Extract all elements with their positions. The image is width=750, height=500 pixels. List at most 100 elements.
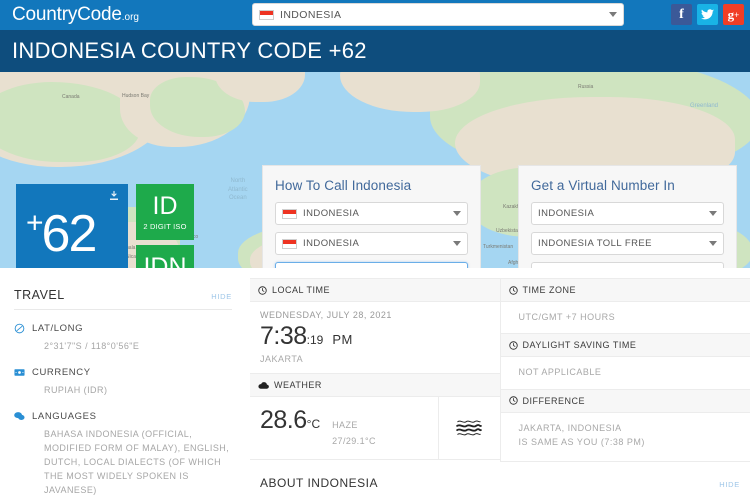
map-label: Canada	[62, 94, 80, 100]
iso3-value: IDN	[143, 255, 186, 269]
weather-temperature: 28.6	[260, 406, 307, 435]
map-hero[interactable]: Canada Hudson Bay Mexico Cuba Puerto Ric…	[0, 72, 750, 268]
travel-section: TRAVEL HIDE LAT/LONG 2°31'7"S / 118°0'56…	[0, 278, 250, 500]
about-heading: ABOUT INDONESIA	[260, 476, 378, 490]
info-grid: LOCAL TIME WEDNESDAY, JULY 28, 2021 7:38…	[250, 278, 750, 462]
time-zone-body: UTC/GMT +7 HOURS	[501, 302, 750, 334]
daylight-header: DAYLIGHT SAVING TIME	[501, 334, 750, 357]
call-from-country-value: INDONESIA	[303, 208, 359, 219]
iso2-caption: 2 DIGIT ISO	[143, 222, 186, 231]
weather-body: 28.6 °C HAZE 27/29.1°C	[250, 397, 500, 460]
virtual-country-select[interactable]: INDONESIA	[531, 202, 724, 225]
local-time-label: LOCAL TIME	[272, 285, 330, 295]
call-to-country-select[interactable]: INDONESIA	[275, 232, 468, 255]
time-zone-header: TIME ZONE	[501, 279, 750, 302]
map-label: Greenland	[690, 102, 718, 111]
travel-row-currency: CURRENCY	[14, 367, 232, 378]
weather-label: WEATHER	[274, 380, 322, 390]
virtual-number-panel: Get a Virtual Number In INDONESIA INDONE…	[518, 165, 737, 268]
about-section: ABOUT INDONESIA HIDE CountryCode.org is …	[250, 462, 750, 500]
indonesia-flag-icon	[259, 10, 274, 20]
map-label: NorthAtlanticOcean	[228, 177, 248, 203]
weather-description: HAZE 27/29.1°C	[332, 417, 376, 449]
googleplus-icon[interactable]: g+	[723, 4, 744, 25]
download-icon[interactable]	[108, 190, 120, 202]
chevron-down-icon	[709, 211, 717, 216]
map-label: Turkmenistan	[483, 244, 513, 250]
speech-bubble-icon	[14, 411, 25, 422]
weather-condition-icon-cell	[438, 397, 500, 459]
cloud-icon	[258, 381, 269, 390]
iso2-tile: ID 2 DIGIT ISO	[136, 184, 194, 240]
travel-row-latlong: LAT/LONG	[14, 323, 232, 334]
clock-hour-minute: 7:38	[260, 322, 307, 351]
page-title-bar: INDONESIA COUNTRY CODE +62	[0, 30, 750, 72]
virtual-number-heading: Get a Virtual Number In	[531, 178, 724, 193]
iso3-tile: IDN 3 DIGIT ISO	[136, 245, 194, 268]
weather-unit: °C	[307, 417, 320, 431]
calling-code-prefix: +	[26, 207, 42, 240]
travel-header: TRAVEL HIDE	[14, 288, 232, 310]
map-label: Hudson Bay	[122, 93, 149, 99]
header-country-select[interactable]: INDONESIA	[252, 3, 624, 26]
daylight-body: NOT APPLICABLE	[501, 357, 750, 389]
facebook-icon[interactable]: f	[671, 4, 692, 25]
local-clock: 7:38 :19 PM	[260, 322, 490, 351]
map-label: Russia	[578, 84, 593, 90]
daylight-label: DAYLIGHT SAVING TIME	[523, 340, 637, 350]
header-country-value: INDONESIA	[280, 9, 341, 21]
logo-tld: .org	[122, 12, 139, 23]
travel-label-latlong: LAT/LONG	[32, 323, 83, 334]
calling-code-number: 62	[42, 205, 96, 263]
iso2-value: ID	[153, 194, 178, 219]
about-hide-link[interactable]: HIDE	[719, 480, 740, 489]
difference-body: JAKARTA, INDONESIA IS SAME AS YOU (7:38 …	[501, 413, 750, 462]
travel-hide-link[interactable]: HIDE	[211, 292, 232, 301]
haze-waves-icon	[455, 417, 483, 439]
clock-icon	[509, 341, 518, 350]
page-root: CountryCode.org INDONESIA f g+ INDONESIA…	[0, 0, 750, 500]
call-to-country-value: INDONESIA	[303, 238, 359, 249]
clock-seconds: :19	[307, 333, 324, 347]
difference-label: DIFFERENCE	[523, 396, 586, 406]
difference-line2: IS SAME AS YOU (7:38 PM)	[519, 435, 741, 449]
difference-line1: JAKARTA, INDONESIA	[519, 421, 741, 435]
time-zone-label: TIME ZONE	[523, 285, 577, 295]
travel-row-languages: LANGUAGES	[14, 411, 232, 422]
indonesia-flag-icon	[282, 209, 297, 219]
money-icon	[14, 367, 25, 378]
difference-header: DIFFERENCE	[501, 390, 750, 413]
how-to-call-panel: How To Call Indonesia INDONESIA INDONESI…	[262, 165, 481, 268]
weather-condition: HAZE	[332, 420, 358, 430]
lower-content: TRAVEL HIDE LAT/LONG 2°31'7"S / 118°0'56…	[0, 268, 750, 500]
travel-label-currency: CURRENCY	[32, 367, 91, 378]
crosshair-icon	[14, 323, 25, 334]
info-col-left: LOCAL TIME WEDNESDAY, JULY 28, 2021 7:38…	[250, 279, 501, 462]
top-bar: CountryCode.org INDONESIA f g+	[0, 0, 750, 30]
twitter-icon[interactable]	[697, 4, 718, 25]
virtual-number-type-value: INDONESIA TOLL FREE	[538, 238, 652, 249]
weather-header: WEATHER	[250, 374, 500, 397]
clock-icon	[258, 286, 267, 295]
time-zone-value: UTC/GMT +7 HOURS	[519, 310, 741, 324]
chevron-down-icon	[453, 241, 461, 246]
travel-value-currency: RUPIAH (IDR)	[44, 384, 232, 398]
travel-value-latlong: 2°31'7"S / 118°0'56"E	[44, 340, 232, 354]
calling-code-value: +62	[26, 211, 120, 258]
local-city: JAKARTA	[260, 354, 490, 364]
calling-code-tile: +62 COUNTRY CALLING CODE	[16, 184, 128, 268]
virtual-number-type-select[interactable]: INDONESIA TOLL FREE	[531, 232, 724, 255]
clock-icon	[509, 286, 518, 295]
indonesia-flag-icon	[282, 239, 297, 249]
chevron-down-icon	[453, 211, 461, 216]
about-header: ABOUT INDONESIA HIDE	[260, 476, 740, 490]
clock-ampm: PM	[332, 332, 353, 347]
local-time-header: LOCAL TIME	[250, 279, 500, 302]
travel-heading: TRAVEL	[14, 288, 65, 302]
logo-text: CountryCode	[12, 4, 122, 25]
site-logo[interactable]: CountryCode.org	[12, 4, 139, 26]
social-links: f g+	[671, 4, 744, 25]
daylight-value: NOT APPLICABLE	[519, 365, 741, 379]
local-date: WEDNESDAY, JULY 28, 2021	[260, 310, 490, 320]
call-from-country-select[interactable]: INDONESIA	[275, 202, 468, 225]
